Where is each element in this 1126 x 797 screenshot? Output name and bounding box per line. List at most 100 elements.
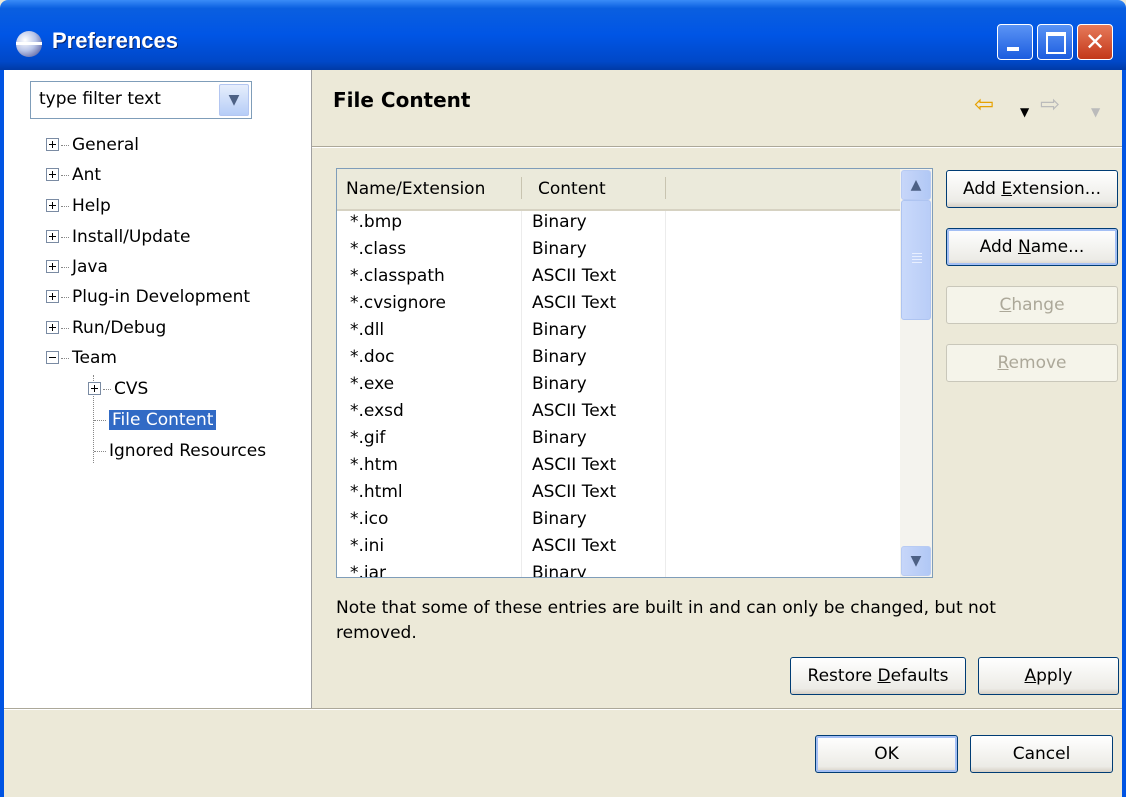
expand-icon[interactable] [46, 137, 59, 151]
expand-icon[interactable] [46, 198, 59, 212]
table-row[interactable]: *.ico Binary [337, 508, 900, 535]
restore-defaults-button[interactable]: Restore Defaults [790, 657, 966, 695]
add-name-button[interactable]: Add Name... [946, 228, 1118, 266]
back-dropdown-icon[interactable]: ▼ [1020, 100, 1029, 124]
table-row[interactable]: *.exe Binary [337, 373, 900, 400]
table-header: Name/Extension Content [337, 169, 900, 211]
expand-icon[interactable] [46, 320, 59, 334]
tree-item-java[interactable]: Java [46, 254, 108, 282]
table-body: *.bmp Binary *.class Binary *.classpath ASCII… [337, 211, 900, 577]
apply-button[interactable]: Apply [978, 657, 1119, 695]
expand-icon[interactable] [46, 229, 59, 243]
cell-content-type: ASCII Text [532, 482, 617, 502]
expand-icon[interactable] [46, 289, 59, 303]
window-frame-right [1122, 70, 1126, 797]
cell-name-extension: *.class [350, 239, 407, 259]
minimize-button[interactable] [997, 24, 1033, 60]
cell-name-extension: *.html [350, 482, 403, 502]
table-row[interactable]: *.doc Binary [337, 346, 900, 373]
page-title: File Content [333, 88, 471, 112]
header-separator [312, 146, 1122, 148]
scroll-up-icon[interactable]: ▲ [901, 170, 931, 200]
preference-tree-pane: type filter text ▼ General Ant Help Inst… [4, 70, 312, 708]
tree-item-label[interactable]: CVS [114, 379, 148, 399]
cell-name-extension: *.bmp [350, 212, 403, 232]
tree-item-run-debug[interactable]: Run/Debug [46, 315, 166, 343]
cell-name-extension: *.gif [350, 428, 386, 448]
tree-item-help[interactable]: Help [46, 193, 111, 221]
cell-content-type: ASCII Text [532, 266, 617, 286]
table-row[interactable]: *.htm ASCII Text [337, 454, 900, 481]
tree-item-cvs[interactable]: CVS [88, 376, 148, 404]
table-row[interactable]: *.dll Binary [337, 319, 900, 346]
remove-button[interactable]: Remove [946, 344, 1118, 382]
cell-name-extension: *.doc [350, 347, 395, 367]
back-arrow-icon[interactable]: ⇦ [974, 92, 994, 116]
cancel-button[interactable]: Cancel [970, 735, 1113, 773]
tree-item-label[interactable]: Ignored Resources [109, 441, 266, 461]
cell-name-extension: *.cvsignore [350, 293, 446, 313]
expand-icon[interactable] [46, 167, 59, 181]
cell-content-type: Binary [532, 374, 587, 394]
cell-name-extension: *.ini [350, 536, 385, 556]
cell-name-extension: *.htm [350, 455, 398, 475]
collapse-icon[interactable] [46, 350, 59, 364]
table-row[interactable]: *.bmp Binary [337, 211, 900, 238]
expand-icon[interactable] [88, 381, 101, 395]
vertical-scrollbar[interactable]: ▲ ▼ [900, 169, 932, 577]
ok-button[interactable]: OK [815, 735, 958, 773]
forward-arrow-icon: ⇨ [1040, 90, 1061, 118]
scrollbar-thumb[interactable] [901, 200, 931, 320]
table-row[interactable]: *.jar Binary [337, 562, 900, 577]
cell-name-extension: *.exsd [350, 401, 404, 421]
maximize-button[interactable] [1037, 24, 1073, 60]
cell-content-type: ASCII Text [532, 455, 617, 475]
filter-input[interactable]: type filter text ▼ [30, 81, 252, 119]
expand-icon[interactable] [46, 259, 59, 273]
tree-item-ant[interactable]: Ant [46, 162, 101, 190]
tree-item-general[interactable]: General [46, 132, 139, 160]
table-row[interactable]: *.cvsignore ASCII Text [337, 292, 900, 319]
table-row[interactable]: *.class Binary [337, 238, 900, 265]
cell-content-type: ASCII Text [532, 536, 617, 556]
tree-item-label[interactable]: Java [72, 257, 108, 277]
tree-item-label[interactable]: Install/Update [72, 227, 190, 247]
cell-name-extension: *.dll [350, 320, 385, 340]
tree-item-plugin-development[interactable]: Plug-in Development [46, 284, 250, 312]
scroll-down-icon[interactable]: ▼ [901, 546, 931, 576]
window-title: Preferences [52, 28, 178, 53]
tree-item-install-update[interactable]: Install/Update [46, 224, 190, 252]
close-button[interactable] [1077, 24, 1113, 60]
tree-item-label[interactable]: Plug-in Development [72, 287, 250, 307]
file-content-table[interactable]: Name/Extension Content *.bmp Binary *.clas… [336, 168, 933, 578]
tree-item-label[interactable]: Run/Debug [72, 318, 166, 338]
filter-text[interactable]: type filter text [39, 89, 161, 109]
tree-item-ignored-resources[interactable]: Ignored Resources [94, 438, 266, 466]
cell-content-type: Binary [532, 347, 587, 367]
dialog-separator [4, 708, 1122, 710]
tree-item-label[interactable]: Team [72, 348, 117, 368]
change-button[interactable]: Change [946, 286, 1118, 324]
cell-content-type: Binary [532, 428, 587, 448]
cell-content-type: Binary [532, 239, 587, 259]
column-header-content[interactable]: Content [538, 179, 606, 199]
add-extension-button[interactable]: Add Extension... [946, 170, 1118, 208]
cell-content-type: Binary [532, 212, 587, 232]
tree-item-file-content[interactable]: File Content [94, 407, 218, 435]
column-header-name[interactable]: Name/Extension [346, 179, 485, 199]
chevron-down-icon[interactable]: ▼ [219, 84, 249, 116]
cell-content-type: ASCII Text [532, 293, 617, 313]
table-row[interactable]: *.ini ASCII Text [337, 535, 900, 562]
table-row[interactable]: *.html ASCII Text [337, 481, 900, 508]
cell-name-extension: *.classpath [350, 266, 445, 286]
tree-item-label[interactable]: File Content [107, 409, 218, 431]
tree-item-team[interactable]: Team [46, 345, 117, 373]
tree-item-label[interactable]: Help [72, 196, 111, 216]
table-row[interactable]: *.exsd ASCII Text [337, 400, 900, 427]
title-bar: Preferences [0, 0, 1126, 70]
table-row[interactable]: *.classpath ASCII Text [337, 265, 900, 292]
tree-item-label[interactable]: General [72, 135, 139, 155]
cell-name-extension: *.ico [350, 509, 389, 529]
table-row[interactable]: *.gif Binary [337, 427, 900, 454]
tree-item-label[interactable]: Ant [72, 165, 101, 185]
